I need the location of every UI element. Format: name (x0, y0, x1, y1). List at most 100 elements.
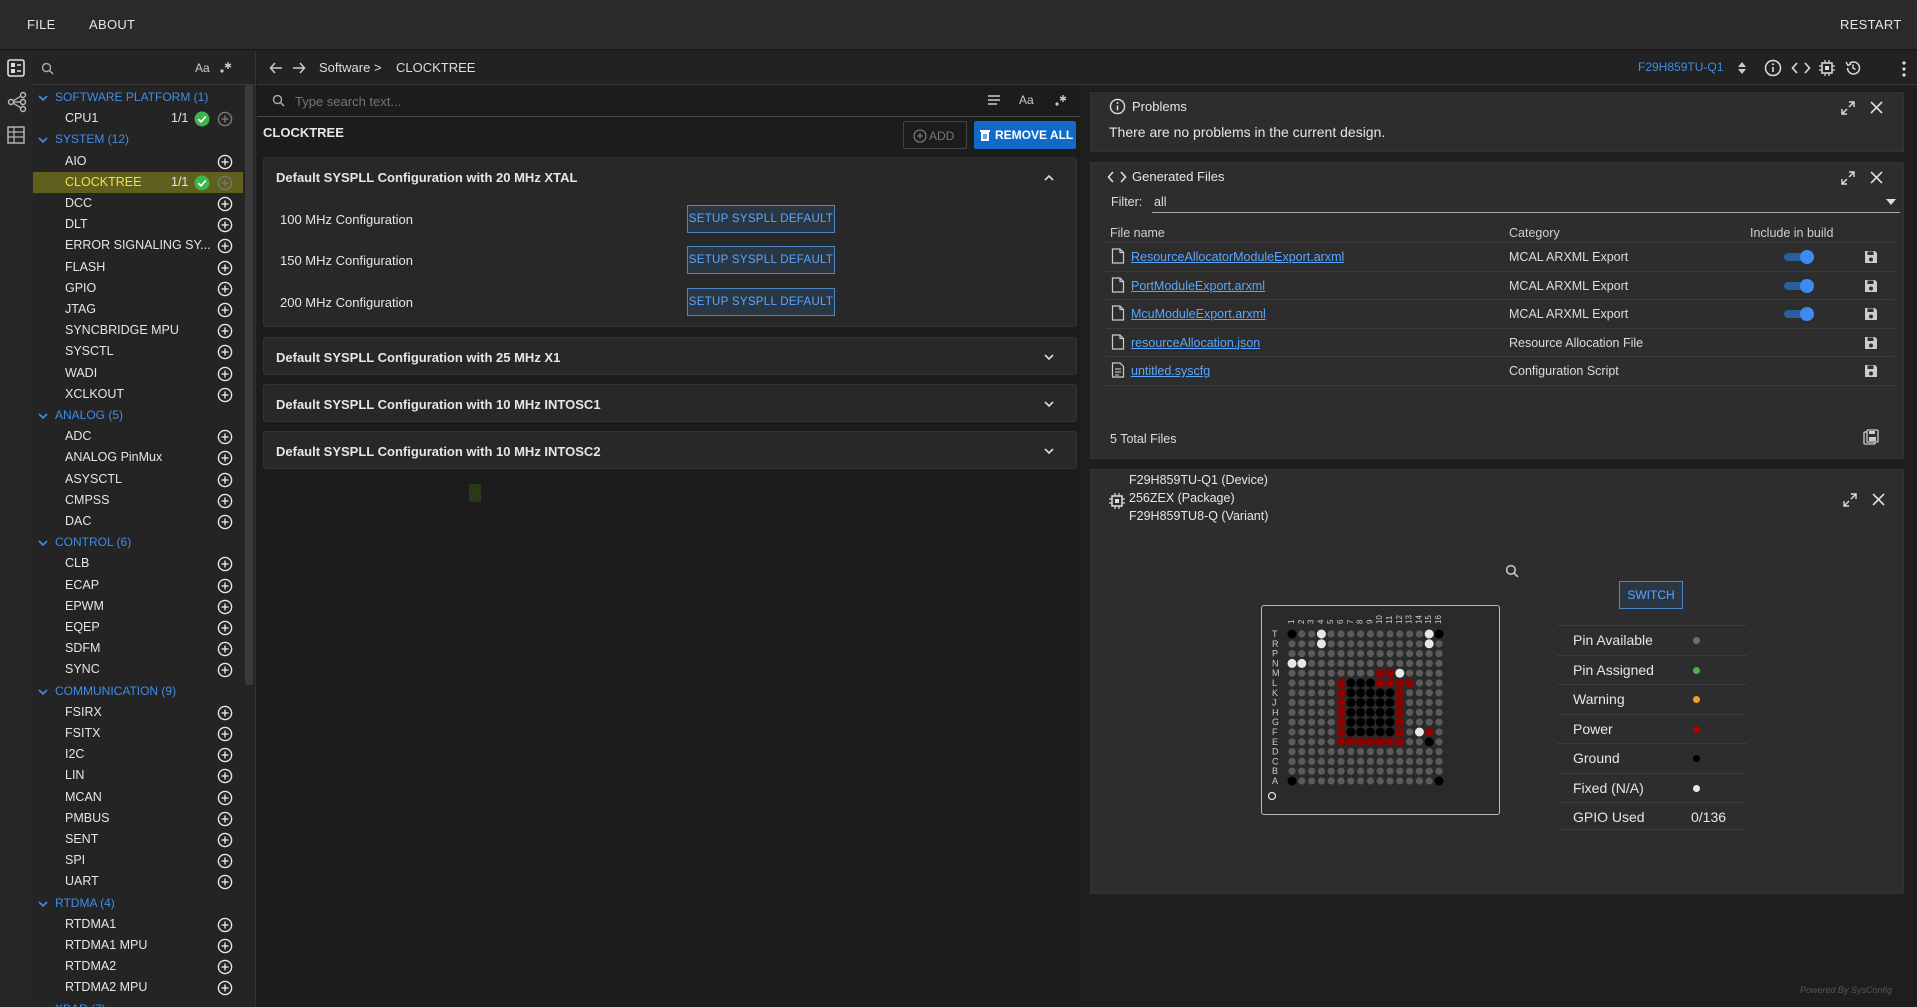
pin-R6[interactable] (1337, 640, 1345, 648)
pin-N16[interactable] (1435, 659, 1443, 667)
add-circle-icon[interactable] (217, 429, 233, 445)
pin-C14[interactable] (1415, 757, 1423, 765)
pin-E3[interactable] (1308, 738, 1316, 746)
pin-C3[interactable] (1308, 757, 1316, 765)
pin-K16[interactable] (1435, 689, 1443, 697)
add-circle-icon[interactable] (217, 790, 233, 806)
pin-L1[interactable] (1288, 679, 1296, 687)
pin-K11[interactable] (1385, 688, 1395, 698)
pin-M15[interactable] (1425, 669, 1433, 677)
pin-P12[interactable] (1396, 650, 1404, 658)
pin-H7[interactable] (1346, 707, 1356, 717)
pin-D10[interactable] (1376, 748, 1384, 756)
pin-H9[interactable] (1365, 707, 1375, 717)
pin-L11[interactable] (1385, 678, 1395, 688)
sidebar-item-rtdma2-mpu[interactable]: RTDMA2 MPU (33, 977, 243, 998)
pin-T15[interactable] (1424, 629, 1434, 639)
pin-D16[interactable] (1435, 748, 1443, 756)
section-10mhz-intosc1[interactable]: Default SYSPLL Configuration with 10 MHz… (263, 384, 1077, 422)
pin-N10[interactable] (1376, 659, 1384, 667)
table-view-icon[interactable] (6, 125, 28, 147)
add-circle-icon[interactable] (217, 323, 233, 339)
code-icon[interactable] (1791, 60, 1811, 76)
chevron-down-icon[interactable] (37, 898, 49, 910)
add-circle-icon[interactable] (217, 938, 233, 954)
pin-P1[interactable] (1288, 650, 1296, 658)
pin-A8[interactable] (1357, 777, 1365, 785)
pin-P4[interactable] (1317, 650, 1325, 658)
pin-T5[interactable] (1327, 630, 1335, 638)
pin-G12[interactable] (1395, 717, 1405, 727)
pin-F3[interactable] (1308, 728, 1316, 736)
pin-B8[interactable] (1357, 767, 1365, 775)
pin-G6[interactable] (1336, 717, 1346, 727)
pin-K10[interactable] (1375, 688, 1385, 698)
section-title[interactable]: Default SYSPLL Configuration with 20 MHz… (276, 170, 577, 185)
pin-D11[interactable] (1386, 748, 1394, 756)
pin-N7[interactable] (1347, 659, 1355, 667)
pin-A11[interactable] (1386, 777, 1394, 785)
pin-J11[interactable] (1385, 698, 1395, 708)
pin-C12[interactable] (1396, 757, 1404, 765)
modules-view-icon[interactable] (6, 58, 28, 80)
pin-E14[interactable] (1415, 738, 1423, 746)
add-circle-icon[interactable] (217, 811, 233, 827)
pin-F6[interactable] (1336, 727, 1346, 737)
pin-L9[interactable] (1365, 678, 1375, 688)
pin-L3[interactable] (1308, 679, 1316, 687)
pin-D5[interactable] (1327, 748, 1335, 756)
pin-E7[interactable] (1346, 737, 1356, 747)
pin-K6[interactable] (1336, 688, 1346, 698)
pin-M8[interactable] (1357, 669, 1365, 677)
pin-C6[interactable] (1337, 757, 1345, 765)
pin-C8[interactable] (1357, 757, 1365, 765)
pin-E13[interactable] (1406, 738, 1414, 746)
pin-C13[interactable] (1406, 757, 1414, 765)
pin-T9[interactable] (1366, 630, 1374, 638)
pin-N6[interactable] (1337, 659, 1345, 667)
pin-A15[interactable] (1425, 777, 1433, 785)
sidebar-scrollbar[interactable] (245, 85, 253, 685)
chevron-down-icon[interactable] (1042, 397, 1056, 411)
pin-R14[interactable] (1415, 640, 1423, 648)
pin-E2[interactable] (1298, 738, 1306, 746)
pin-K13[interactable] (1406, 689, 1414, 697)
pin-K15[interactable] (1425, 689, 1433, 697)
pin-T1[interactable] (1287, 629, 1297, 639)
add-circle-icon[interactable] (217, 641, 233, 657)
pin-J5[interactable] (1327, 699, 1335, 707)
sidebar-item-syncbridge-mpu[interactable]: SYNCBRIDGE MPU (33, 320, 243, 341)
pin-R1[interactable] (1288, 640, 1296, 648)
sort-arrows-icon[interactable] (1737, 61, 1747, 75)
add-button[interactable]: ADD (903, 121, 967, 149)
setup-syspll-default-button[interactable]: SETUP SYSPLL DEFAULT (687, 246, 835, 274)
pin-G4[interactable] (1317, 718, 1325, 726)
add-circle-icon[interactable] (217, 175, 233, 191)
pin-K1[interactable] (1288, 689, 1296, 697)
add-circle-icon[interactable] (217, 726, 233, 742)
chevron-up-icon[interactable] (1042, 171, 1056, 185)
pin-B14[interactable] (1415, 767, 1423, 775)
pin-K2[interactable] (1298, 689, 1306, 697)
pin-E6[interactable] (1336, 737, 1346, 747)
setup-syspll-default-button[interactable]: SETUP SYSPLL DEFAULT (687, 205, 835, 233)
pin-R10[interactable] (1376, 640, 1384, 648)
pin-C4[interactable] (1317, 757, 1325, 765)
pin-G3[interactable] (1308, 718, 1316, 726)
pin-D9[interactable] (1366, 748, 1374, 756)
add-circle-icon[interactable] (217, 493, 233, 509)
pin-F1[interactable] (1288, 728, 1296, 736)
sidebar-item-error-signaling-sy-[interactable]: ERROR SIGNALING SY... (33, 235, 243, 256)
pin-L12[interactable] (1395, 678, 1405, 688)
add-circle-icon[interactable] (217, 853, 233, 869)
pin-T7[interactable] (1347, 630, 1355, 638)
pin-F2[interactable] (1298, 728, 1306, 736)
pin-T8[interactable] (1357, 630, 1365, 638)
pin-B2[interactable] (1298, 767, 1306, 775)
pin-R7[interactable] (1347, 640, 1355, 648)
chevron-down-icon[interactable] (37, 1004, 49, 1007)
sidebar-item-wadi[interactable]: WADI (33, 363, 243, 384)
pin-J6[interactable] (1336, 698, 1346, 708)
pin-A10[interactable] (1376, 777, 1384, 785)
sidebar-item-clocktree[interactable]: CLOCKTREE 1/1 (33, 171, 243, 193)
